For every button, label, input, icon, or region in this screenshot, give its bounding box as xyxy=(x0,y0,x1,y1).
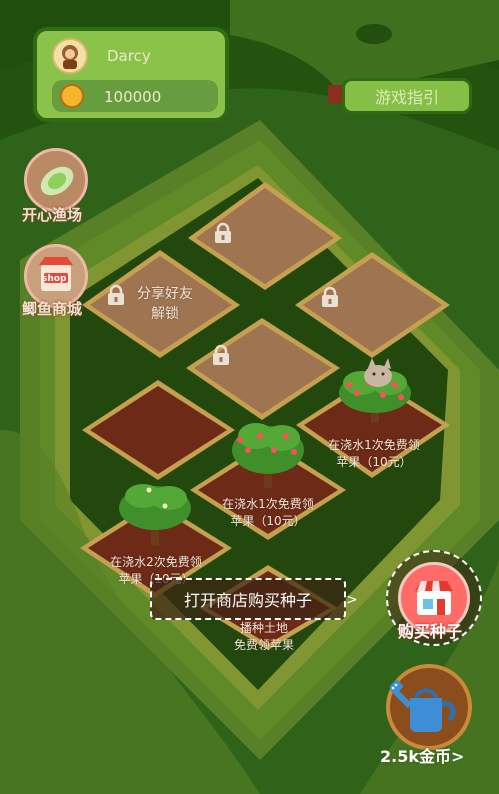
watering-button[interactable] xyxy=(386,664,472,750)
avatar-icon[interactable] xyxy=(52,38,88,74)
happy-fishery-label: 开心渔场 xyxy=(22,206,83,224)
username: Darcy xyxy=(107,47,151,65)
share-unlock-line1: 分享好友 xyxy=(137,286,193,302)
empty-plot-caption-line1: 播种土地 xyxy=(239,621,288,635)
buy-seeds-label: 购买种子 xyxy=(398,622,463,641)
tree1-caption-line1: 在浇水1次免费领 xyxy=(328,438,420,452)
tree1-caption: 在浇水1次免费领 苹果（10元） xyxy=(314,437,434,471)
tree1-caption-line2: 苹果（10元） xyxy=(336,455,412,469)
share-unlock-line2: 解锁 xyxy=(151,306,179,322)
coin-icon xyxy=(60,84,84,108)
watering-can-icon xyxy=(389,680,456,732)
tutorial-tooltip: 打开商店购买种子 xyxy=(150,578,346,620)
watering-cost-label: 2.5k金币> xyxy=(380,747,465,766)
tree3-caption-line1: 在浇水2次免费领 xyxy=(110,555,202,569)
share-unlock-text: 分享好友 解锁 xyxy=(105,284,225,324)
tree2-caption: 在浇水1次免费领 苹果（10元） xyxy=(208,496,328,530)
coin-balance: 100000 xyxy=(104,88,162,106)
game-guide-button[interactable]: 游戏指引 xyxy=(342,78,472,114)
shop-icon-text: shop xyxy=(42,274,67,284)
empty-plot-caption-line2: 免费领苹果 xyxy=(233,638,294,652)
tree2-caption-line2: 苹果（10元） xyxy=(230,514,306,528)
lettuce-icon xyxy=(40,166,74,196)
empty-plot-caption: 播种土地 免费领苹果 xyxy=(204,620,324,654)
tooltip-arrow-icon: > xyxy=(346,592,358,608)
happy-fishery-button[interactable] xyxy=(24,148,88,212)
squid-shop-label: 鲫鱼商城 xyxy=(22,300,83,318)
tree2-caption-line1: 在浇水1次免费领 xyxy=(222,497,314,511)
